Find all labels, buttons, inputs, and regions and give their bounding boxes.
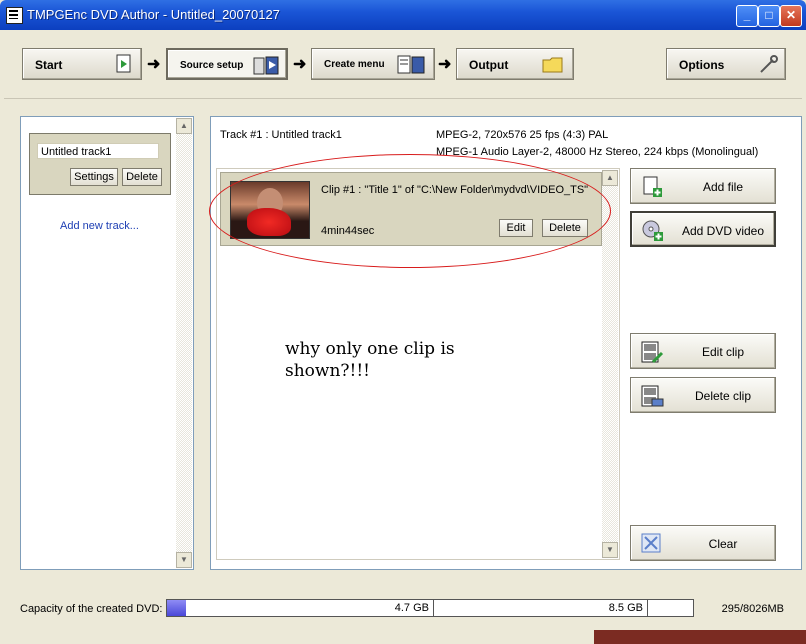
delete-clip-button[interactable]: Delete clip [630,377,776,413]
scroll-down-icon[interactable]: ▼ [176,552,192,568]
delete-clip-label: Delete clip [694,389,752,403]
output-step-label: Output [469,58,509,72]
close-button[interactable]: ✕ [780,5,802,27]
add-dvd-video-button[interactable]: Add DVD video [630,211,776,247]
title-bar[interactable]: TMPGEnc DVD Author - Untitled_20070127 _… [0,0,806,30]
track-info-audio: MPEG-1 Audio Layer-2, 48000 Hz Stereo, 2… [436,146,759,158]
delete-clip-icon [640,384,664,408]
wrench-icon [757,54,779,74]
track-list-panel: Untitled track1 Settings Delete Add new … [20,116,194,570]
start-step-button[interactable]: Start [22,48,142,80]
maximize-button[interactable]: □ [758,5,780,27]
background-strip [594,630,806,644]
track-info-video: MPEG-2, 720x576 25 fps (4:3) PAL [436,129,609,141]
edit-clip-button[interactable]: Edit clip [630,333,776,369]
arrow-icon: ➜ [438,56,452,73]
track-settings-button[interactable]: Settings [70,168,118,186]
minimize-button[interactable]: _ [736,5,758,27]
clip-card[interactable]: Clip #1 : "Title 1" of "C:\New Folder\my… [220,172,602,246]
add-file-label: Add file [702,180,744,194]
create-menu-step-label: Create menu [324,59,385,70]
edit-clip-label: Edit clip [701,345,745,359]
start-step-label: Start [35,58,63,72]
capacity-mark-8-5gb: 8.5 GB [167,600,648,616]
menu-book-icon [396,54,428,74]
track-delete-button[interactable]: Delete [122,168,162,186]
edit-clip-icon [640,340,664,364]
dvd-disc-icon [641,219,665,243]
output-step-button[interactable]: Output [456,48,574,80]
clip-edit-button[interactable]: Edit [499,219,533,237]
clip-delete-button[interactable]: Delete [542,219,588,237]
film-icon[interactable] [6,7,23,24]
app-window: TMPGEnc DVD Author - Untitled_20070127 _… [0,0,806,644]
add-file-icon [640,175,664,199]
clear-icon [640,532,664,556]
capacity-bar-area: Capacity of the created DVD: 4.7 GB 8.5 … [0,590,806,630]
step-toolbar: Start ➜ Source setup ➜ Create menu ➜ Out… [4,30,802,99]
source-setup-step-label: Source setup [180,60,244,71]
arrow-icon: ➜ [147,56,161,73]
add-new-track-link[interactable]: Add new track... [60,220,139,232]
track-name-field[interactable]: Untitled track1 [37,143,159,159]
window-title: TMPGEnc DVD Author - Untitled_20070127 [27,7,280,22]
scroll-down-icon[interactable]: ▼ [602,542,618,558]
annotation-text: why only one clip is shown?!!! [285,339,455,381]
clip-thumbnail [230,181,310,239]
folder-icon [541,54,565,74]
capacity-bar: 4.7 GB 8.5 GB [166,599,694,617]
clear-button[interactable]: Clear [630,525,776,561]
options-label: Options [679,58,725,72]
create-menu-step-button[interactable]: Create menu [311,48,435,80]
scroll-up-icon[interactable]: ▲ [176,118,192,134]
page-arrow-icon [115,54,133,74]
capacity-label: Capacity of the created DVD: [20,603,163,615]
capacity-readout: 295/8026MB [721,603,784,615]
clip-list-scrollbar[interactable]: ▲ ▼ [602,170,618,558]
options-button[interactable]: Options [666,48,786,80]
track-card[interactable]: Untitled track1 Settings Delete [29,133,171,195]
arrow-icon: ➜ [293,56,307,73]
add-file-button[interactable]: Add file [630,168,776,204]
thumbnail-red-object [247,208,291,236]
film-box-icon [252,55,282,75]
add-dvd-video-label: Add DVD video [681,224,765,238]
source-setup-step-button[interactable]: Source setup [166,48,288,80]
scroll-up-icon[interactable]: ▲ [602,170,618,186]
track-info-title: Track #1 : Untitled track1 [220,129,342,141]
clip-duration: 4min44sec [321,225,375,237]
clip-title: Clip #1 : "Title 1" of "C:\New Folder\my… [321,184,589,196]
track-list-scrollbar[interactable]: ▲ ▼ [176,118,192,568]
track-info: Track #1 : Untitled track1 MPEG-2, 720x5… [216,126,798,162]
clear-label: Clear [708,537,738,551]
